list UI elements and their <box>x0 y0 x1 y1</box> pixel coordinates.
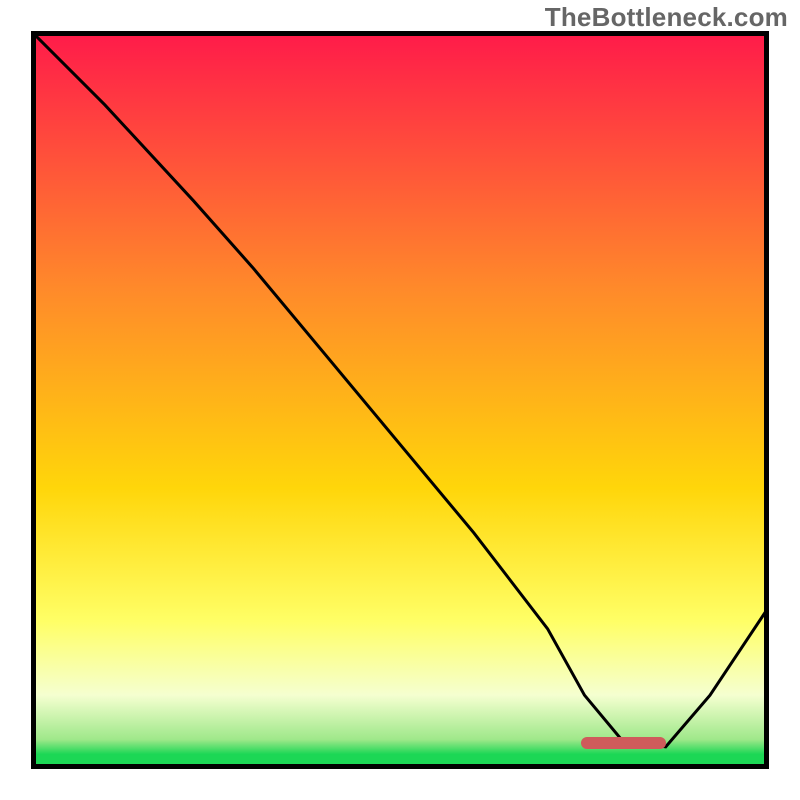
watermark-text: TheBottleneck.com <box>545 2 788 33</box>
plot-frame <box>31 31 769 769</box>
chart-container: TheBottleneck.com <box>0 0 800 800</box>
optimum-marker <box>581 737 666 749</box>
plot-gradient-background <box>31 31 769 769</box>
